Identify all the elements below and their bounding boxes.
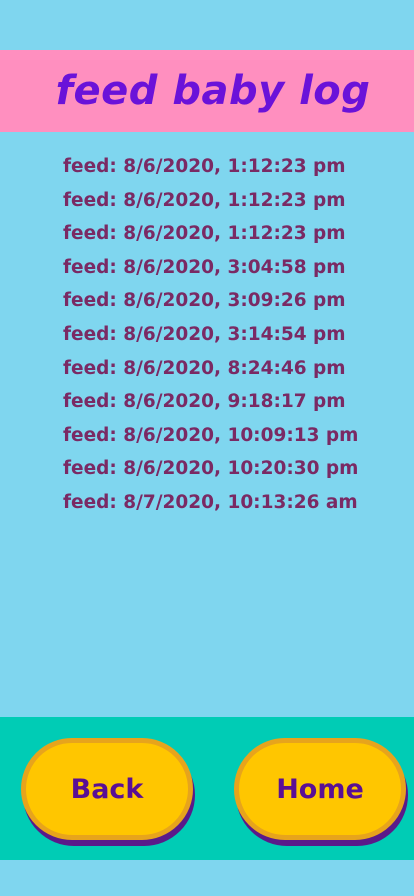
back-button[interactable]: Back [21,738,193,840]
log-entry: feed: 8/6/2020, 8:24:46 pm [63,357,346,379]
log-entry: feed: 8/6/2020, 10:20:30 pm [63,458,359,480]
feed-log-list: feed: 8/6/2020, 1:12:23 pm feed: 8/6/202… [63,150,358,520]
log-entry: feed: 8/7/2020, 10:13:26 am [63,491,358,513]
log-entry: feed: 8/6/2020, 1:12:23 pm [63,189,346,211]
log-entry: feed: 8/6/2020, 3:04:58 pm [63,256,346,278]
log-entry: feed: 8/6/2020, 3:14:54 pm [63,323,346,345]
header-bar: feed baby log [0,50,414,132]
home-button[interactable]: Home [234,738,406,840]
log-entry: feed: 8/6/2020, 9:18:17 pm [63,391,346,413]
log-entry: feed: 8/6/2020, 3:09:26 pm [63,290,346,312]
page-title: feed baby log [55,68,371,114]
log-entry: feed: 8/6/2020, 10:09:13 pm [63,424,359,446]
log-entry: feed: 8/6/2020, 1:12:23 pm [63,156,346,177]
log-entry: feed: 8/6/2020, 1:12:23 pm [63,223,346,245]
